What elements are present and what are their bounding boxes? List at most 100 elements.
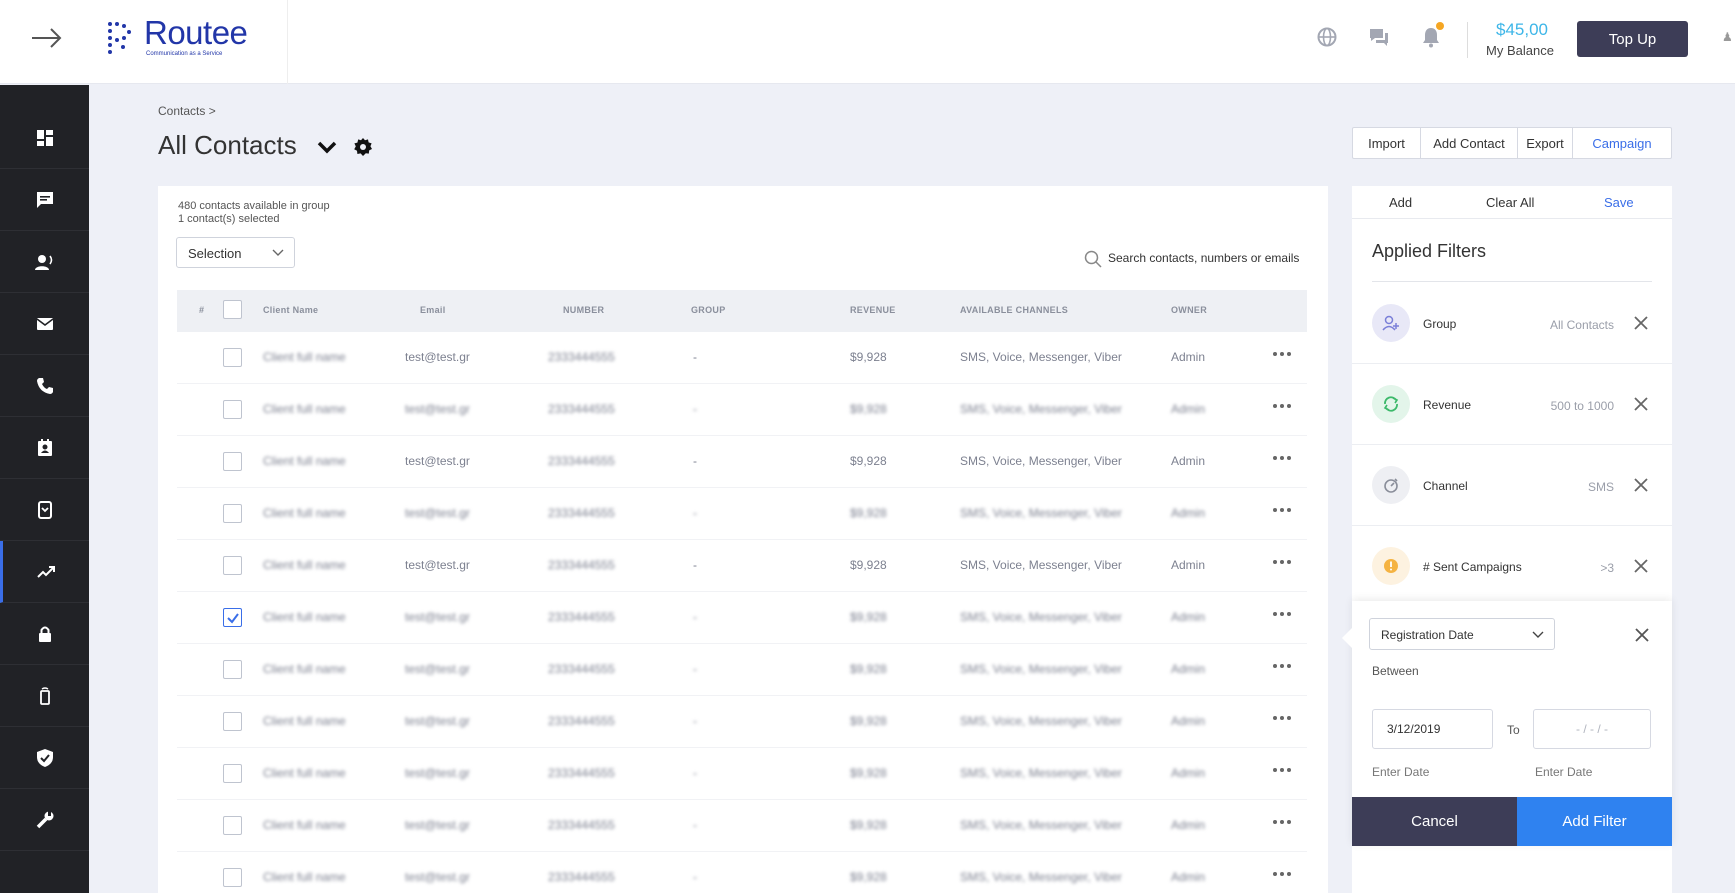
- cell-channels: SMS, Voice, Messenger, Viber: [960, 818, 1122, 832]
- selection-dropdown[interactable]: Selection: [176, 237, 295, 268]
- more-options-icon[interactable]: [1272, 558, 1292, 566]
- sidebar-item-voice[interactable]: [0, 231, 89, 293]
- table-row[interactable]: Client full name test@test.gr 2333444555 - $…: [177, 540, 1307, 592]
- clear-all-link[interactable]: Clear All: [1486, 195, 1534, 210]
- table-row[interactable]: Client full name test@test.gr 2333444555 - $…: [177, 436, 1307, 488]
- row-checkbox[interactable]: [223, 504, 242, 523]
- cell-revenue: $9,928: [850, 558, 887, 572]
- close-icon[interactable]: [1634, 627, 1650, 643]
- more-options-icon[interactable]: [1272, 870, 1292, 878]
- table-row[interactable]: Client full name test@test.gr 2333444555 - $…: [177, 592, 1307, 644]
- col-number[interactable]: NUMBER: [563, 305, 604, 315]
- export-button[interactable]: Export: [1518, 128, 1573, 158]
- sidebar-item-dashboard[interactable]: [0, 107, 89, 169]
- row-checkbox[interactable]: [223, 452, 242, 471]
- remove-filter-icon[interactable]: [1633, 558, 1649, 574]
- col-owner[interactable]: OWNER: [1171, 305, 1207, 315]
- more-options-icon[interactable]: [1272, 662, 1292, 670]
- cell-number: 2333444555: [548, 402, 615, 416]
- from-date-input[interactable]: [1372, 709, 1493, 749]
- contacts-icon: [37, 438, 52, 456]
- cell-group: -: [693, 662, 697, 676]
- sidebar-item-security[interactable]: [0, 603, 89, 665]
- cell-channels: SMS, Voice, Messenger, Viber: [960, 350, 1122, 364]
- gear-icon[interactable]: [353, 137, 373, 157]
- table-row[interactable]: Client full name test@test.gr 2333444555 - $…: [177, 332, 1307, 384]
- filter-field-dropdown[interactable]: Registration Date: [1369, 618, 1555, 650]
- sidebar-item-calls[interactable]: [0, 355, 89, 417]
- add-filter-button[interactable]: Add Filter: [1517, 797, 1672, 846]
- sidebar-item-verification[interactable]: [0, 727, 89, 789]
- cancel-button[interactable]: Cancel: [1352, 797, 1517, 846]
- chevron-down-icon: [272, 249, 284, 256]
- save-filters-link[interactable]: Save: [1604, 195, 1634, 210]
- cell-channels: SMS, Voice, Messenger, Viber: [960, 558, 1122, 572]
- to-date-input[interactable]: [1533, 709, 1651, 749]
- search-input[interactable]: [1108, 246, 1318, 270]
- chevron-down-icon[interactable]: [316, 138, 338, 156]
- cell-group: -: [693, 870, 697, 884]
- row-checkbox[interactable]: [223, 556, 242, 575]
- chat-icon[interactable]: [1368, 26, 1390, 48]
- more-options-icon[interactable]: [1272, 350, 1292, 358]
- cell-owner: Admin: [1171, 766, 1206, 780]
- table-row[interactable]: Client full name test@test.gr 2333444555 - $…: [177, 644, 1307, 696]
- cell-number: 2333444555: [548, 818, 615, 832]
- row-checkbox[interactable]: [223, 816, 242, 835]
- brand-logo[interactable]: Routee Communication as a Service: [88, 0, 288, 84]
- globe-icon[interactable]: [1316, 26, 1338, 48]
- table-row[interactable]: Client full name test@test.gr 2333444555 - $…: [177, 852, 1307, 893]
- row-checkbox[interactable]: [223, 348, 242, 367]
- sidebar-item-tools[interactable]: [0, 789, 89, 851]
- more-options-icon[interactable]: [1272, 818, 1292, 826]
- cell-owner: Admin: [1171, 350, 1206, 364]
- table-row[interactable]: Client full name test@test.gr 2333444555 - $…: [177, 488, 1307, 540]
- more-options-icon[interactable]: [1272, 766, 1292, 774]
- more-options-icon[interactable]: [1272, 402, 1292, 410]
- col-revenue[interactable]: REVENUE: [850, 305, 896, 315]
- row-checkbox[interactable]: [223, 764, 242, 783]
- user-icon[interactable]: ♟: [1722, 30, 1733, 44]
- col-channels[interactable]: AVAILABLE CHANNELS: [960, 305, 1068, 315]
- remove-filter-icon[interactable]: [1633, 396, 1649, 412]
- sidebar-item-analytics[interactable]: [0, 541, 89, 603]
- table-row[interactable]: Client full name test@test.gr 2333444555 - $…: [177, 800, 1307, 852]
- between-label: Between: [1372, 664, 1419, 678]
- import-button[interactable]: Import: [1353, 128, 1421, 158]
- sidebar-item-contacts[interactable]: [0, 417, 89, 479]
- table-row[interactable]: Client full name test@test.gr 2333444555 - $…: [177, 696, 1307, 748]
- table-row[interactable]: Client full name test@test.gr 2333444555 - $…: [177, 748, 1307, 800]
- sidebar-item-number-lookup[interactable]: [0, 479, 89, 541]
- row-checkbox[interactable]: [223, 400, 242, 419]
- col-email[interactable]: Email: [420, 305, 446, 315]
- popover-pointer: [1342, 628, 1352, 648]
- select-all-checkbox[interactable]: [223, 300, 242, 319]
- campaign-button[interactable]: Campaign: [1573, 128, 1671, 158]
- row-checkbox[interactable]: [223, 868, 242, 887]
- remove-filter-icon[interactable]: [1633, 477, 1649, 493]
- add-contact-button[interactable]: Add Contact: [1421, 128, 1518, 158]
- row-checkbox[interactable]: [223, 660, 242, 679]
- col-client-name[interactable]: Client Name: [263, 305, 318, 315]
- expand-arrow-icon[interactable]: [30, 26, 64, 50]
- cell-revenue: $9,928: [850, 610, 887, 624]
- more-options-icon[interactable]: [1272, 506, 1292, 514]
- sidebar-item-mobile[interactable]: [0, 665, 89, 727]
- to-date-hint: Enter Date: [1535, 765, 1593, 779]
- sidebar-item-sms[interactable]: [0, 169, 89, 231]
- sidebar-item-email[interactable]: [0, 293, 89, 355]
- remove-filter-icon[interactable]: [1633, 315, 1649, 331]
- breadcrumb[interactable]: Contacts >: [158, 104, 216, 118]
- available-count: 480 contacts available in group: [178, 200, 330, 212]
- more-options-icon[interactable]: [1272, 454, 1292, 462]
- col-group[interactable]: GROUP: [691, 305, 726, 315]
- row-checkbox[interactable]: [223, 608, 242, 627]
- top-up-button[interactable]: Top Up: [1577, 21, 1688, 57]
- more-options-icon[interactable]: [1272, 610, 1292, 618]
- table-row[interactable]: Client full name test@test.gr 2333444555 - $…: [177, 384, 1307, 436]
- row-checkbox[interactable]: [223, 712, 242, 731]
- add-filter-link[interactable]: Add: [1389, 195, 1412, 210]
- cell-number: 2333444555: [548, 558, 615, 572]
- more-options-icon[interactable]: [1272, 714, 1292, 722]
- cell-group: -: [693, 350, 697, 364]
